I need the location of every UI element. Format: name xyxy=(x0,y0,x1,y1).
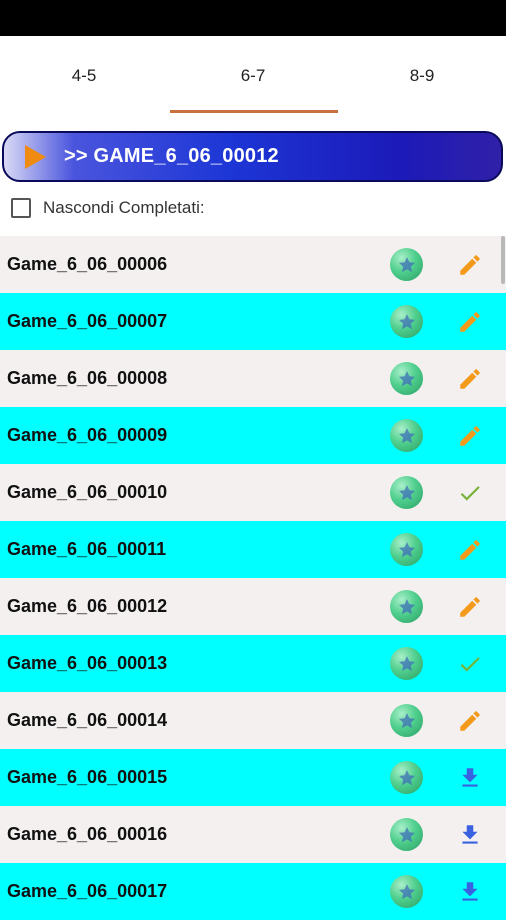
star-icon xyxy=(390,419,423,452)
game-row[interactable]: Game_6_06_00010 xyxy=(0,464,506,521)
check-icon[interactable] xyxy=(457,480,483,506)
tab-bar: 4-5 6-7 8-9 xyxy=(0,36,506,116)
pencil-icon[interactable] xyxy=(457,423,483,449)
game-name: Game_6_06_00008 xyxy=(7,368,168,388)
game-name: Game_6_06_00011 xyxy=(7,539,167,559)
status-bar xyxy=(0,0,506,36)
pencil-icon[interactable] xyxy=(457,252,483,278)
download-icon[interactable] xyxy=(457,822,483,848)
game-row[interactable]: Game_6_06_00008 xyxy=(0,350,506,407)
game-row[interactable]: Game_6_06_00009 xyxy=(0,407,506,464)
game-row[interactable]: Game_6_06_00007 xyxy=(0,293,506,350)
check-icon[interactable] xyxy=(457,651,483,677)
game-name: Game_6_06_00010 xyxy=(7,482,168,502)
hide-completed-label: Nascondi Completati: xyxy=(43,198,205,217)
game-name: Game_6_06_00014 xyxy=(7,710,168,730)
star-icon xyxy=(390,761,423,794)
game-name: Game_6_06_00007 xyxy=(7,311,168,331)
game-row[interactable]: Game_6_06_00012 xyxy=(0,578,506,635)
pencil-icon[interactable] xyxy=(457,309,483,335)
game-name: Game_6_06_00017 xyxy=(7,881,168,901)
scrollbar-thumb[interactable] xyxy=(501,236,505,284)
game-name: Game_6_06_00015 xyxy=(7,767,168,787)
game-row[interactable]: Game_6_06_00006 xyxy=(0,236,506,293)
game-row[interactable]: Game_6_06_00014 xyxy=(0,692,506,749)
game-row[interactable]: Game_6_06_00011 xyxy=(0,521,506,578)
game-name: Game_6_06_00013 xyxy=(7,653,168,673)
pencil-icon[interactable] xyxy=(457,594,483,620)
game-row[interactable]: Game_6_06_00017 xyxy=(0,863,506,920)
game-row[interactable]: Game_6_06_00015 xyxy=(0,749,506,806)
play-icon xyxy=(25,144,46,169)
game-name: Game_6_06_00016 xyxy=(7,824,168,844)
star-icon xyxy=(390,875,423,908)
pencil-icon[interactable] xyxy=(457,537,483,563)
star-icon xyxy=(390,476,423,509)
star-icon xyxy=(390,704,423,737)
game-name: Game_6_06_00012 xyxy=(7,596,168,616)
game-row[interactable]: Game_6_06_00013 xyxy=(0,635,506,692)
star-icon xyxy=(390,305,423,338)
tab-8-9[interactable]: 8-9 xyxy=(338,36,506,116)
star-icon xyxy=(390,590,423,623)
game-row[interactable]: Game_6_06_00016 xyxy=(0,806,506,863)
star-icon xyxy=(390,647,423,680)
game-name: Game_6_06_00006 xyxy=(7,254,168,274)
hide-completed-filter: Nascondi Completati: xyxy=(11,195,205,221)
download-icon[interactable] xyxy=(457,879,483,905)
pencil-icon[interactable] xyxy=(457,366,483,392)
star-icon xyxy=(390,818,423,851)
star-icon xyxy=(390,248,423,281)
continue-game-button[interactable]: >> GAME_6_06_00012 xyxy=(2,131,503,182)
tab-6-7[interactable]: 6-7 xyxy=(169,36,337,116)
continue-game-label: >> GAME_6_06_00012 xyxy=(64,145,279,167)
pencil-icon[interactable] xyxy=(457,708,483,734)
game-list: Game_6_06_00006 Game_6_06_00007 Game_6_06_… xyxy=(0,236,506,920)
download-icon[interactable] xyxy=(457,765,483,791)
game-name: Game_6_06_00009 xyxy=(7,425,168,445)
hide-completed-checkbox[interactable] xyxy=(11,198,31,218)
star-icon xyxy=(390,362,423,395)
star-icon xyxy=(390,533,423,566)
tab-4-5[interactable]: 4-5 xyxy=(0,36,168,116)
tab-selected-indicator xyxy=(170,110,338,113)
